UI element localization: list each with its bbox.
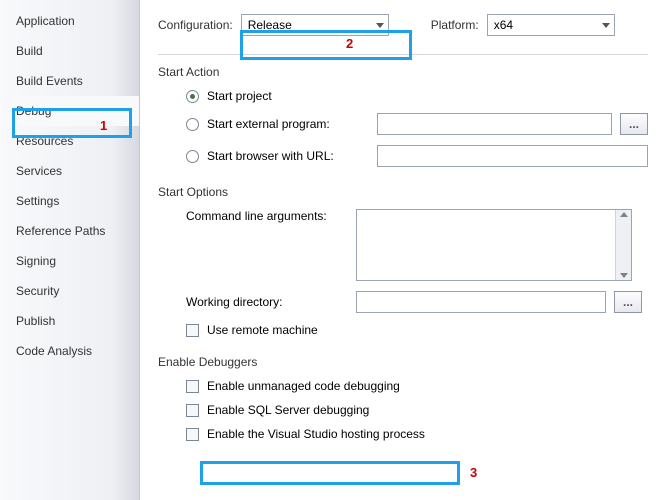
sidebar-item-label: Code Analysis — [16, 344, 92, 358]
platform-label: Platform: — [431, 18, 479, 32]
chevron-down-icon — [376, 23, 384, 28]
ellipsis-icon: ... — [629, 117, 639, 131]
cmdline-input[interactable] — [356, 209, 632, 281]
configuration-dropdown[interactable]: Release — [241, 14, 389, 36]
configuration-label: Configuration: — [158, 18, 233, 32]
enable-sql-option[interactable]: Enable SQL Server debugging — [186, 403, 648, 417]
sidebar-item-label: Resources — [16, 134, 73, 148]
sidebar-item-security[interactable]: Security — [12, 276, 139, 306]
sidebar-item-settings[interactable]: Settings — [12, 186, 139, 216]
enable-debuggers-title: Enable Debuggers — [158, 355, 648, 369]
sidebar-item-label: Signing — [16, 254, 56, 268]
checkbox-icon — [186, 428, 199, 441]
sidebar-item-label: Build Events — [16, 74, 83, 88]
enable-unmanaged-label: Enable unmanaged code debugging — [207, 379, 400, 393]
enable-sql-label: Enable SQL Server debugging — [207, 403, 369, 417]
start-browser-label: Start browser with URL: — [207, 149, 369, 163]
start-action-section: Start Action Start project Start externa… — [158, 65, 648, 167]
sidebar-item-code-analysis[interactable]: Code Analysis — [12, 336, 139, 366]
configuration-value: Release — [248, 18, 292, 32]
checkbox-icon — [186, 324, 199, 337]
sidebar-item-label: Security — [16, 284, 59, 298]
start-external-option[interactable]: Start external program: ... — [186, 113, 648, 135]
radio-icon — [186, 118, 199, 131]
chevron-down-icon — [602, 23, 610, 28]
checkbox-icon — [186, 380, 199, 393]
config-toolbar: Configuration: Release Platform: x64 — [158, 14, 648, 36]
workdir-input[interactable] — [356, 291, 606, 313]
sidebar-item-publish[interactable]: Publish — [12, 306, 139, 336]
cmdline-label: Command line arguments: — [186, 209, 348, 223]
sidebar: Application Build Build Events Debug Res… — [0, 0, 140, 500]
main-panel: Configuration: Release Platform: x64 Sta… — [140, 0, 666, 500]
sidebar-item-debug[interactable]: Debug — [12, 96, 139, 126]
enable-hosting-label: Enable the Visual Studio hosting process — [207, 427, 425, 441]
start-options-section: Start Options Command line arguments: Wo… — [158, 185, 648, 337]
enable-hosting-option[interactable]: Enable the Visual Studio hosting process — [186, 427, 648, 441]
sidebar-item-application[interactable]: Application — [12, 6, 139, 36]
sidebar-item-build[interactable]: Build — [12, 36, 139, 66]
start-options-title: Start Options — [158, 185, 648, 199]
radio-icon — [186, 90, 199, 103]
scrollbar[interactable] — [615, 210, 631, 280]
workdir-label: Working directory: — [186, 295, 348, 309]
sidebar-item-label: Debug — [16, 104, 51, 118]
use-remote-option[interactable]: Use remote machine — [186, 323, 648, 337]
checkbox-icon — [186, 404, 199, 417]
sidebar-item-label: Reference Paths — [16, 224, 105, 238]
sidebar-item-reference-paths[interactable]: Reference Paths — [12, 216, 139, 246]
project-properties-panel: Application Build Build Events Debug Res… — [0, 0, 666, 500]
browse-button[interactable]: ... — [620, 113, 648, 135]
sidebar-item-build-events[interactable]: Build Events — [12, 66, 139, 96]
start-action-title: Start Action — [158, 65, 648, 79]
enable-unmanaged-option[interactable]: Enable unmanaged code debugging — [186, 379, 648, 393]
start-project-option[interactable]: Start project — [186, 89, 648, 103]
sidebar-item-label: Publish — [16, 314, 55, 328]
radio-icon — [186, 150, 199, 163]
scroll-down-icon — [620, 273, 628, 278]
start-browser-option[interactable]: Start browser with URL: — [186, 145, 648, 167]
sidebar-item-label: Services — [16, 164, 62, 178]
sidebar-item-label: Build — [16, 44, 43, 58]
sidebar-item-label: Settings — [16, 194, 59, 208]
start-external-input[interactable] — [377, 113, 612, 135]
platform-dropdown[interactable]: x64 — [487, 14, 615, 36]
ellipsis-icon: ... — [623, 295, 633, 309]
browse-button[interactable]: ... — [614, 291, 642, 313]
start-project-label: Start project — [207, 89, 272, 103]
divider — [158, 54, 648, 55]
sidebar-item-label: Application — [16, 14, 75, 28]
scroll-up-icon — [620, 212, 628, 217]
use-remote-label: Use remote machine — [207, 323, 318, 337]
start-browser-input[interactable] — [377, 145, 648, 167]
platform-value: x64 — [494, 18, 513, 32]
sidebar-item-services[interactable]: Services — [12, 156, 139, 186]
start-external-label: Start external program: — [207, 117, 369, 131]
sidebar-item-resources[interactable]: Resources — [12, 126, 139, 156]
sidebar-item-signing[interactable]: Signing — [12, 246, 139, 276]
enable-debuggers-section: Enable Debuggers Enable unmanaged code d… — [158, 355, 648, 441]
